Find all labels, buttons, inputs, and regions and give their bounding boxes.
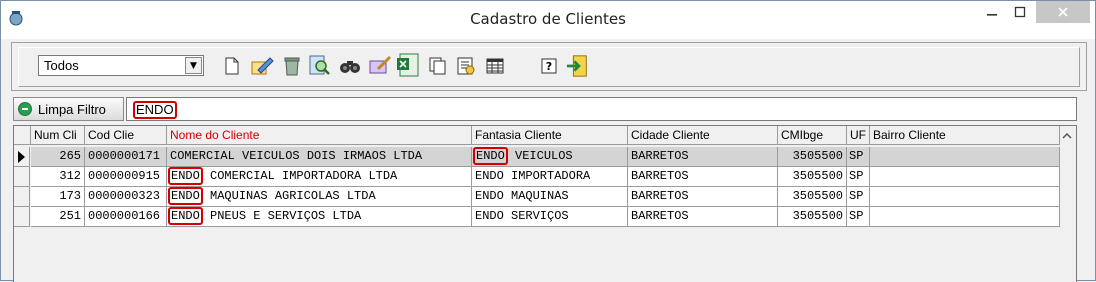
cell-fantasia-cliente: ENDO MAQUINAS bbox=[472, 187, 628, 207]
row-indicator bbox=[14, 167, 30, 187]
exit-icon[interactable] bbox=[566, 54, 590, 78]
cell-cod-clie: 0000000915 bbox=[85, 167, 167, 187]
filter-input-value: ENDO bbox=[133, 101, 177, 119]
cell-cmibge: 3505500 bbox=[778, 207, 847, 227]
chevron-down-icon[interactable]: ▼ bbox=[185, 57, 202, 74]
close-icon[interactable] bbox=[1036, 1, 1090, 23]
clear-filter-icon bbox=[18, 102, 32, 116]
cell-nome-cliente: ENDO PNEUS E SERVIÇOS LTDA bbox=[167, 207, 472, 227]
cell-uf: SP bbox=[847, 207, 870, 227]
maximize-icon[interactable] bbox=[1007, 1, 1033, 23]
match-highlight: ENDO bbox=[168, 207, 203, 225]
toolbar: Todos ▼ ? bbox=[11, 42, 1087, 91]
col-header-fantasia-cliente[interactable]: Fantasia Cliente bbox=[472, 126, 628, 145]
match-highlight: ENDO bbox=[473, 147, 508, 165]
cell-fantasia-cliente: ENDO VEICULOS bbox=[472, 147, 628, 167]
clear-filter-label: Limpa Filtro bbox=[38, 101, 106, 117]
cell-bairro-cliente bbox=[870, 167, 1060, 187]
help-icon[interactable]: ? bbox=[537, 54, 561, 78]
grid-icon[interactable] bbox=[483, 54, 507, 78]
cell-cidade-cliente: BARRETOS bbox=[628, 207, 778, 227]
svg-text:?: ? bbox=[546, 60, 552, 73]
cell-uf: SP bbox=[847, 167, 870, 187]
search-icon[interactable] bbox=[338, 54, 362, 78]
cell-num-cli: 312 bbox=[31, 167, 85, 187]
cell-num-cli: 265 bbox=[31, 147, 85, 167]
table-row[interactable]: 251 0000000166 ENDO PNEUS E SERVIÇOS LTD… bbox=[14, 207, 1060, 227]
col-header-uf[interactable]: UF bbox=[847, 126, 870, 145]
excel-icon[interactable] bbox=[396, 53, 420, 78]
cell-num-cli: 251 bbox=[31, 207, 85, 227]
cell-cod-clie: 0000000171 bbox=[85, 147, 167, 167]
window-title: Cadastro de Clientes bbox=[470, 10, 626, 28]
copy-icon[interactable] bbox=[426, 54, 450, 78]
clients-table[interactable]: Num Cli Cod Clie Nome do Cliente Fantasi… bbox=[13, 125, 1077, 282]
edit-icon[interactable] bbox=[250, 54, 274, 78]
report-icon[interactable] bbox=[454, 54, 478, 78]
cell-cod-clie: 0000000166 bbox=[85, 207, 167, 227]
title-bar: Cadastro de Clientes bbox=[1, 1, 1095, 39]
cell-nome-cliente: ENDO COMERCIAL IMPORTADORA LTDA bbox=[167, 167, 472, 187]
cell-cod-clie: 0000000323 bbox=[85, 187, 167, 207]
row-indicator bbox=[14, 187, 30, 207]
cell-cidade-cliente: BARRETOS bbox=[628, 147, 778, 167]
delete-icon[interactable] bbox=[280, 54, 304, 78]
table-row[interactable]: 265 0000000171 COMERCIAL VEICULOS DOIS I… bbox=[14, 147, 1060, 167]
table-row[interactable]: 312 0000000915 ENDO COMERCIAL IMPORTADOR… bbox=[14, 167, 1060, 187]
cell-bairro-cliente bbox=[870, 207, 1060, 227]
col-header-num-cli[interactable]: Num Cli bbox=[31, 126, 85, 145]
filter-select[interactable]: Todos ▼ bbox=[38, 55, 204, 76]
cell-num-cli: 173 bbox=[31, 187, 85, 207]
col-header-cod-clie[interactable]: Cod Clie bbox=[85, 126, 167, 145]
cell-fantasia-cliente: ENDO SERVIÇOS bbox=[472, 207, 628, 227]
row-pointer-icon bbox=[14, 147, 30, 167]
find-icon[interactable] bbox=[308, 54, 332, 78]
cell-nome-cliente: COMERCIAL VEICULOS DOIS IRMAOS LTDA bbox=[167, 147, 472, 167]
cell-nome-cliente: ENDO MAQUINAS AGRICOLAS LTDA bbox=[167, 187, 472, 207]
filter-select-value: Todos bbox=[44, 58, 79, 73]
nome-text: COMERCIAL IMPORTADORA LTDA bbox=[202, 169, 398, 183]
nome-text: MAQUINAS AGRICOLAS LTDA bbox=[202, 189, 376, 203]
row-indicator-header bbox=[14, 126, 31, 145]
tools-icon[interactable] bbox=[368, 54, 392, 78]
filter-input[interactable]: ENDO bbox=[126, 97, 1077, 121]
minimize-icon[interactable] bbox=[979, 1, 1005, 23]
col-header-cmibge[interactable]: CMIbge bbox=[778, 126, 847, 145]
col-header-bairro-cliente[interactable]: Bairro Cliente bbox=[870, 126, 1060, 145]
row-indicator bbox=[14, 207, 30, 227]
window: Cadastro de Clientes Todos ▼ ? Limpa Fil… bbox=[0, 0, 1096, 282]
clear-filter-button[interactable]: Limpa Filtro bbox=[13, 97, 124, 121]
table-row[interactable]: 173 0000000323 ENDO MAQUINAS AGRICOLAS L… bbox=[14, 187, 1060, 207]
nome-text: COMERCIAL VEICULOS DOIS IRMAOS LTDA bbox=[170, 149, 423, 163]
scroll-up-icon[interactable] bbox=[1059, 127, 1075, 145]
new-icon[interactable] bbox=[220, 54, 244, 78]
cell-cidade-cliente: BARRETOS bbox=[628, 187, 778, 207]
col-header-nome-cliente[interactable]: Nome do Cliente bbox=[167, 126, 472, 145]
nome-text: PNEUS E SERVIÇOS LTDA bbox=[202, 209, 362, 223]
match-highlight: ENDO bbox=[168, 187, 203, 205]
cell-fantasia-cliente: ENDO IMPORTADORA bbox=[472, 167, 628, 187]
cell-uf: SP bbox=[847, 187, 870, 207]
cell-bairro-cliente bbox=[870, 187, 1060, 207]
cell-cidade-cliente: BARRETOS bbox=[628, 167, 778, 187]
cell-uf: SP bbox=[847, 147, 870, 167]
fantasia-text: VEICULOS bbox=[507, 149, 573, 163]
col-header-cidade-cliente[interactable]: Cidade Cliente bbox=[628, 126, 778, 145]
cell-bairro-cliente bbox=[870, 147, 1060, 167]
cell-cmibge: 3505500 bbox=[778, 167, 847, 187]
filter-row: Limpa Filtro ENDO bbox=[13, 97, 1077, 121]
match-highlight: ENDO bbox=[168, 167, 203, 185]
cell-cmibge: 3505500 bbox=[778, 187, 847, 207]
cell-cmibge: 3505500 bbox=[778, 147, 847, 167]
